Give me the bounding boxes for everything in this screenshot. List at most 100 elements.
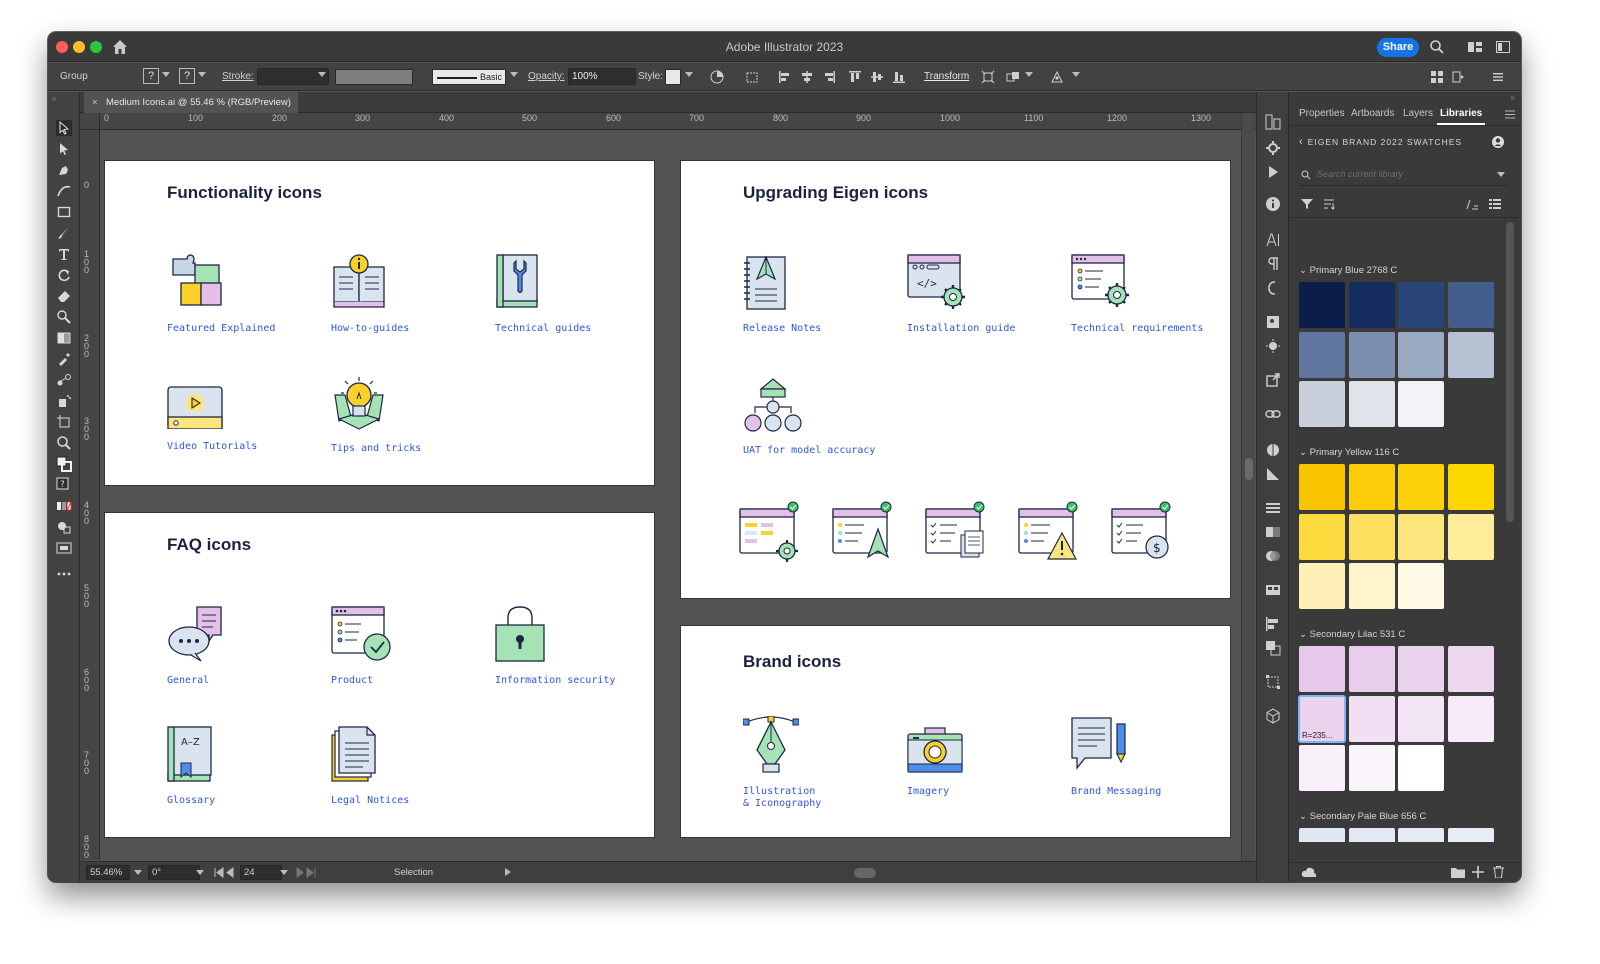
icon-item-brand-messaging[interactable]: Brand Messaging: [1071, 716, 1221, 798]
fill-unknown-icon[interactable]: ?: [56, 477, 72, 493]
color-guide-icon[interactable]: [1265, 442, 1281, 458]
fill-dropdown-caret[interactable]: [162, 72, 170, 77]
delete-icon[interactable]: [1493, 866, 1504, 878]
icon-item-general[interactable]: General: [167, 605, 317, 687]
align-panel-icon[interactable]: [1265, 616, 1281, 632]
eyedropper-tool-icon[interactable]: [56, 351, 72, 367]
puppet-warp-icon[interactable]: [1050, 70, 1064, 84]
release-plane-icon[interactable]: [832, 501, 896, 563]
variable-width-profile[interactable]: [335, 69, 413, 85]
color-swatch[interactable]: [1398, 828, 1444, 842]
eraser-tool-icon[interactable]: [56, 288, 72, 304]
shape-builder-tool-icon[interactable]: [56, 309, 72, 325]
graphic-style-swatch[interactable]: [665, 69, 681, 85]
icon-item-glossary[interactable]: A–Z Glossary: [167, 725, 317, 807]
arrange-documents-icon[interactable]: [1495, 39, 1511, 55]
vertical-ruler[interactable]: 0 100 200 300 400 500 600 700 800: [80, 130, 100, 860]
libraries-panel-icon[interactable]: [1265, 114, 1281, 130]
horizontal-ruler[interactable]: 0 100 200 300 400 500 600 700 800 900 10…: [100, 113, 1290, 130]
rotate-tool-icon[interactable]: [56, 267, 72, 283]
export-icon[interactable]: [1265, 372, 1281, 388]
align-center-icon[interactable]: [800, 70, 814, 84]
icon-item-how-to-guides[interactable]: How-to-guides: [331, 253, 481, 335]
paintbrush-tool-icon[interactable]: [56, 225, 72, 241]
align-top-icon[interactable]: [848, 70, 862, 84]
align-left-icon[interactable]: [778, 70, 792, 84]
arrange-panels-icon[interactable]: [1430, 70, 1444, 84]
edit-toolbar-icon[interactable]: [56, 566, 72, 582]
icon-item-information-security[interactable]: Information security: [495, 605, 645, 687]
curvature-tool-icon[interactable]: [56, 183, 72, 199]
type-tool-icon[interactable]: [56, 246, 72, 262]
icon-item-imagery[interactable]: Imagery: [907, 726, 1057, 798]
canvas[interactable]: Functionality icons Featured Explained H…: [100, 130, 1288, 860]
color-swatch[interactable]: [1299, 828, 1345, 842]
rectangle-tool-icon[interactable]: [56, 204, 72, 220]
info-icon[interactable]: [1265, 196, 1281, 212]
screen-mode-icon[interactable]: [56, 540, 72, 556]
ruler-origin[interactable]: [80, 113, 100, 130]
add-icon[interactable]: [1471, 865, 1485, 879]
icon-item-technical-guides[interactable]: Technical guides: [495, 253, 645, 335]
icon-item-tips-and-tricks[interactable]: Tips and tricks: [331, 377, 481, 455]
symbol-sprayer-tool-icon[interactable]: [56, 393, 72, 409]
pen-tool-icon[interactable]: [56, 162, 72, 178]
blend-tool-icon[interactable]: [56, 372, 72, 388]
align-to-selection-icon[interactable]: [745, 70, 759, 84]
direct-selection-tool-icon[interactable]: [56, 141, 72, 157]
icon-item-featured-explained[interactable]: Featured Explained: [167, 253, 317, 335]
artboard-number-field[interactable]: 24: [240, 865, 282, 880]
pathfinder-icon[interactable]: [1265, 640, 1281, 656]
checklist-documents-icon[interactable]: [925, 501, 989, 563]
rotation-field[interactable]: 0°: [148, 865, 200, 880]
puppet-warp-caret[interactable]: [1072, 72, 1080, 77]
gradient-panel-icon[interactable]: [1265, 524, 1281, 540]
paragraph-icon[interactable]: [1265, 256, 1281, 272]
icon-item-uat-model-accuracy[interactable]: UAT for model accuracy: [743, 377, 893, 457]
folder-icon[interactable]: [1451, 867, 1465, 878]
icon-item-product[interactable]: Product: [331, 605, 481, 687]
share-button[interactable]: Share: [1377, 38, 1419, 57]
artboard-brand[interactable]: Brand icons Illustration & Iconography I…: [680, 625, 1231, 838]
next-last-artboard-icon[interactable]: [294, 867, 316, 878]
gradient-tool-icon[interactable]: [56, 330, 72, 346]
search-icon[interactable]: [1429, 39, 1445, 55]
brush-definition-field[interactable]: Basic: [432, 69, 506, 85]
icon-item-installation-guide[interactable]: </> Installation guide: [907, 253, 1057, 335]
stroke-label[interactable]: Stroke:: [222, 71, 254, 82]
color-swatch[interactable]: [1348, 828, 1395, 842]
toolbox-grip-icon[interactable]: «: [52, 94, 56, 103]
first-previous-artboard-icon[interactable]: [214, 867, 236, 878]
stroke-panel-icon[interactable]: [1265, 500, 1281, 516]
artboard-faq[interactable]: FAQ icons General Product Information se…: [104, 512, 655, 838]
opacity-label[interactable]: Opacity:: [528, 71, 565, 82]
artboard-upgrading-eigen[interactable]: Upgrading Eigen icons Release Notes </>: [680, 160, 1231, 599]
align-right-icon[interactable]: [822, 70, 836, 84]
shape-builder-options-icon[interactable]: [1006, 70, 1020, 84]
artboard-tool-icon[interactable]: [56, 414, 72, 430]
stroke-weight-caret[interactable]: [318, 72, 326, 77]
draw-mode-icon[interactable]: [56, 519, 72, 535]
shape-builder-caret[interactable]: [1025, 72, 1033, 77]
zoom-level-field[interactable]: 55.46%: [86, 865, 130, 880]
image-trace-icon[interactable]: [1265, 314, 1281, 330]
dashboard-gear-icon[interactable]: [739, 501, 803, 563]
transform-link[interactable]: Transform: [924, 71, 969, 82]
zoom-tool-icon[interactable]: [56, 435, 72, 451]
selection-tool-icon[interactable]: [56, 120, 72, 136]
stroke-dropdown-caret[interactable]: [198, 72, 206, 77]
3d-cube-icon[interactable]: [1265, 708, 1281, 724]
recolor-artwork-icon[interactable]: [710, 70, 724, 84]
icon-item-release-notes[interactable]: Release Notes: [743, 253, 893, 335]
symbols-icon[interactable]: [1265, 582, 1281, 598]
transparency-icon[interactable]: [1265, 548, 1281, 564]
properties-gear-icon[interactable]: [1265, 140, 1281, 156]
brush-dropdown-caret[interactable]: [510, 72, 518, 77]
color-swatch[interactable]: [1447, 828, 1494, 842]
color-mode-icon[interactable]: [56, 498, 72, 514]
icon-item-video-tutorials[interactable]: Video Tutorials: [167, 379, 317, 453]
icon-item-illustration-iconography[interactable]: Illustration & Iconography: [743, 716, 893, 810]
control-bar-menu-icon[interactable]: [1491, 70, 1505, 84]
fill-color-button[interactable]: ?: [143, 68, 159, 84]
scroll-thumb[interactable]: [1245, 458, 1253, 480]
